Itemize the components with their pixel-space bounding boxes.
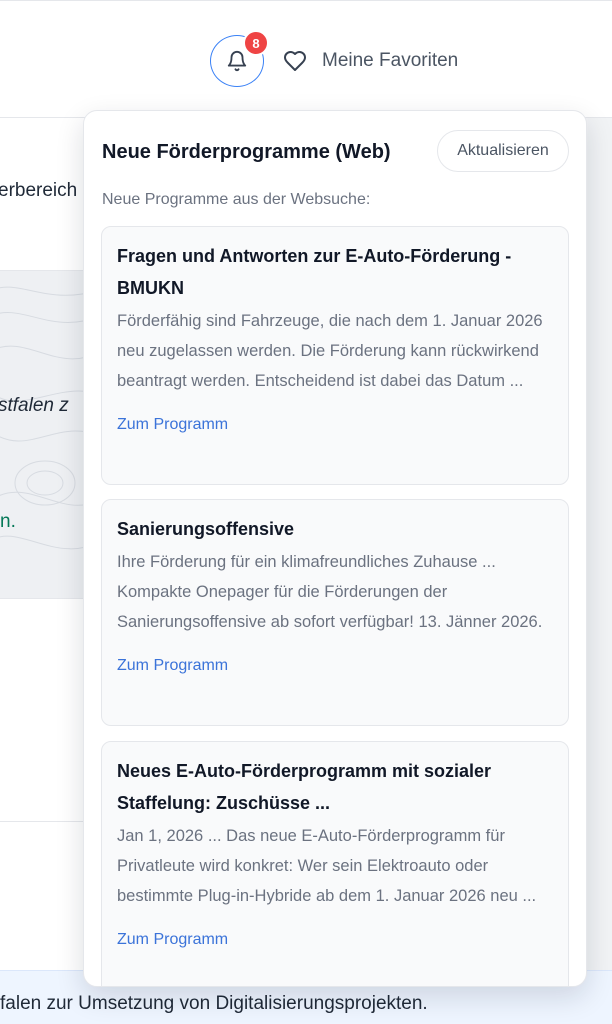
panel-subtitle: Neue Programme aus der Websuche: bbox=[102, 191, 371, 208]
favorites-link[interactable]: Meine Favoriten bbox=[282, 45, 458, 77]
program-title: Sanierungsoffensive bbox=[117, 519, 295, 539]
program-description: Ihre Förderung für ein klimafreundliches… bbox=[117, 553, 543, 631]
program-item: Neues E-Auto-Förderprogramm mit sozialer… bbox=[101, 741, 569, 986]
bell-icon bbox=[227, 51, 247, 72]
favorites-label: Meine Favoriten bbox=[322, 50, 459, 71]
background-text-heading: erbereich bbox=[0, 180, 78, 201]
bottom-banner-text: falen zur Umsetzung von Digitalisierungs… bbox=[0, 993, 428, 1014]
background-right-edge bbox=[588, 118, 612, 1024]
program-description: Förderfähig sind Fahrzeuge, die nach dem… bbox=[117, 312, 543, 390]
refresh-button[interactable]: Aktualisieren bbox=[437, 130, 569, 172]
top-header: 8 Meine Favoriten bbox=[0, 0, 612, 118]
program-link[interactable]: Zum Programm bbox=[117, 657, 228, 675]
program-item: Sanierungsoffensive Ihre Förderung für e… bbox=[101, 499, 569, 726]
notification-count-badge: 8 bbox=[243, 30, 269, 56]
notifications-dropdown: Neue Förderprogramme (Web) Aktualisieren… bbox=[83, 110, 587, 987]
panel-title: Neue Förderprogramme (Web) bbox=[102, 141, 391, 163]
heart-icon bbox=[284, 51, 306, 71]
background-text-link[interactable]: n. bbox=[0, 511, 16, 533]
program-item: Fragen und Antworten zur E-Auto-Förderun… bbox=[101, 226, 569, 485]
program-title: Neues E-Auto-Förderprogramm mit sozialer… bbox=[117, 761, 492, 813]
program-title: Fragen und Antworten zur E-Auto-Förderun… bbox=[117, 246, 512, 298]
program-description: Jan 1, 2026 ... Das neue E-Auto-Förderpr… bbox=[117, 827, 537, 905]
program-link[interactable]: Zum Programm bbox=[117, 416, 228, 434]
background-text-italic: stfalen z bbox=[0, 395, 69, 416]
program-link[interactable]: Zum Programm bbox=[117, 931, 228, 949]
